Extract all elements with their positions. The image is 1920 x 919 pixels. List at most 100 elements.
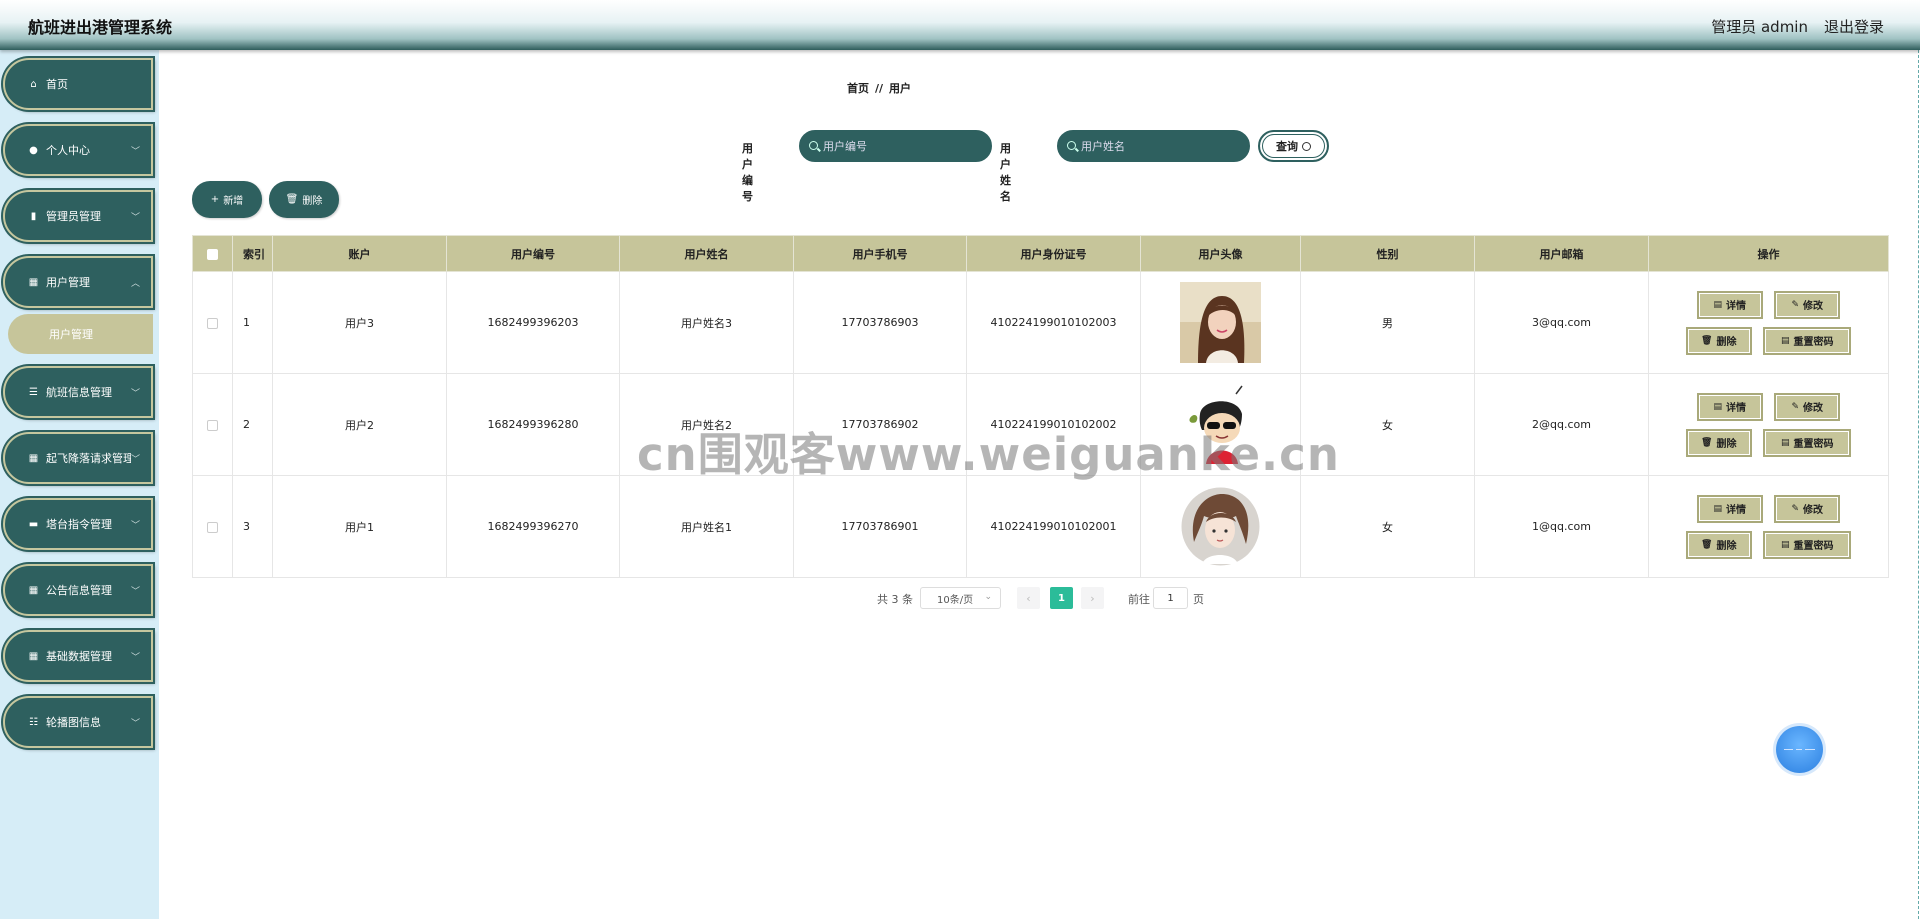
delete-button-label: 删除 <box>1716 439 1737 450</box>
breadcrumb-home[interactable]: 首页 <box>847 82 869 95</box>
sidebar-item-flight-info[interactable]: ☰ 航班信息管理 ﹀ <box>3 366 153 418</box>
cell-account: 用户1 <box>272 475 447 578</box>
cell-account: 用户2 <box>272 373 447 476</box>
batch-delete-button-label: 删除 <box>302 196 323 207</box>
cell-idcard: 410224199010102003 <box>966 271 1141 374</box>
chevron-down-icon: ﹀ <box>131 146 141 157</box>
next-page-button[interactable]: › <box>1081 587 1104 609</box>
page-number-current[interactable]: 1 <box>1050 587 1073 609</box>
column-header-number: 用户编号 <box>446 235 620 272</box>
page-size-select[interactable]: 10条/页 ⌄ <box>920 587 1001 609</box>
edit-button[interactable]: ✎ 修改 <box>1774 494 1841 523</box>
right-edge-divider <box>1918 50 1919 919</box>
search-icon <box>809 141 818 150</box>
chevron-up-icon: ︿ <box>131 278 141 289</box>
select-all-cell <box>192 235 233 272</box>
sidebar-item-takeoff-landing[interactable]: ▦ 起飞降落请求管理 ﹀ <box>3 432 153 484</box>
reset-password-button-label: 重置密码 <box>1793 439 1834 450</box>
chevron-down-icon: ﹀ <box>131 520 141 531</box>
goto-label: 前往 <box>1128 593 1150 606</box>
cell-idcard: 410224199010102002 <box>966 373 1141 476</box>
chevron-down-icon: ﹀ <box>131 718 141 729</box>
sidebar-item-label: 公告信息管理 <box>46 584 112 597</box>
table-row: 1 用户3 1682499396203 用户姓名3 17703786903 41… <box>192 271 1889 374</box>
edit-icon: ✎ <box>1791 299 1800 310</box>
row-select-cell <box>192 373 233 476</box>
sidebar-item-admin-management[interactable]: ▮ 管理员管理 ﹀ <box>3 190 153 242</box>
detail-button-label: 详情 <box>1726 505 1746 516</box>
user-name-placeholder: 用户姓名 <box>1081 140 1125 153</box>
cell-email: 3@qq.com <box>1474 271 1649 374</box>
user-number-input[interactable]: 用户编号 <box>799 130 992 162</box>
floating-assistant-button[interactable] <box>1776 726 1823 773</box>
breadcrumb-separator: // <box>875 82 884 95</box>
dash-decoration <box>1796 749 1802 750</box>
sidebar-item-tower-command[interactable]: ▬ 塔台指令管理 ﹀ <box>3 498 153 550</box>
cartoon-boy-avatar[interactable] <box>1180 384 1261 465</box>
photo-girl-avatar[interactable] <box>1180 282 1261 363</box>
reset-password-button[interactable]: ▤ 重置密码 <box>1763 428 1852 457</box>
sidebar-item-user-management[interactable]: ▦ 用户管理 ︿ <box>3 256 153 308</box>
detail-button-label: 详情 <box>1726 403 1746 414</box>
row-select-cell <box>192 475 233 578</box>
edit-button[interactable]: ✎ 修改 <box>1774 392 1841 421</box>
goto-page-input[interactable] <box>1153 587 1188 609</box>
list-icon: ☰ <box>29 386 38 398</box>
sidebar-item-basic-data[interactable]: ▦ 基础数据管理 ﹀ <box>3 630 153 682</box>
user-name-label: 用户姓名 <box>1000 142 1011 203</box>
row-checkbox[interactable] <box>207 317 218 329</box>
column-header-index: 索引 <box>232 235 273 272</box>
batch-delete-button[interactable]: 🗑 删除 <box>269 181 339 218</box>
plus-icon: + <box>210 194 220 205</box>
sidebar-item-label: 起飞降落请求管理 <box>46 452 131 465</box>
detail-button[interactable]: ▤ 详情 <box>1696 494 1763 523</box>
sidebar-item-announcement[interactable]: ▦ 公告信息管理 ﹀ <box>3 564 153 616</box>
sidebar-item-home[interactable]: ⌂ 首页 <box>3 58 153 110</box>
cell-number: 1682499396280 <box>446 373 620 476</box>
cell-email: 2@qq.com <box>1474 373 1649 476</box>
detail-button-label: 详情 <box>1726 301 1746 312</box>
delete-button[interactable]: 🗑 删除 <box>1685 326 1752 355</box>
sidebar-item-personal-center[interactable]: ● 个人中心 ﹀ <box>3 124 153 176</box>
delete-button[interactable]: 🗑 删除 <box>1685 428 1752 457</box>
column-header-gender: 性别 <box>1300 235 1475 272</box>
sidebar-subitem-user-management[interactable]: 用户管理 <box>8 314 153 354</box>
trash-icon: 🗑 <box>1701 335 1713 346</box>
edit-button-label: 修改 <box>1803 403 1824 414</box>
user-name-input[interactable]: 用户姓名 <box>1057 130 1250 162</box>
chevron-right-icon: › <box>1090 591 1095 605</box>
document-icon: ▤ <box>1780 437 1790 448</box>
reset-password-button[interactable]: ▤ 重置密码 <box>1763 530 1852 559</box>
sidebar: ⌂ 首页 ● 个人中心 ﹀ ▮ 管理员管理 ﹀ ▦ 用户管理 ︿ 用户管理 ☰ … <box>0 50 159 919</box>
illustrated-girl-avatar[interactable] <box>1180 486 1261 567</box>
query-button[interactable]: 查询 <box>1258 130 1329 162</box>
cell-phone: 17703786903 <box>793 271 967 374</box>
document-icon: ▤ <box>1780 539 1790 550</box>
detail-button[interactable]: ▤ 详情 <box>1696 392 1763 421</box>
document-icon: ▤ <box>1780 335 1790 346</box>
current-user: 管理员 admin <box>1711 18 1808 36</box>
cell-number: 1682499396203 <box>446 271 620 374</box>
delete-button[interactable]: 🗑 删除 <box>1685 530 1752 559</box>
cell-avatar <box>1140 475 1301 578</box>
sidebar-item-label: 管理员管理 <box>46 210 101 223</box>
row-checkbox[interactable] <box>207 419 218 431</box>
logout-link[interactable]: 退出登录 <box>1824 16 1884 37</box>
detail-button[interactable]: ▤ 详情 <box>1696 290 1763 319</box>
document-icon: ▤ <box>1713 503 1722 514</box>
breadcrumb-current: 用户 <box>889 82 912 95</box>
prev-page-button[interactable]: ‹ <box>1017 587 1040 609</box>
sidebar-item-carousel[interactable]: ☷ 轮播图信息 ﹀ <box>3 696 153 748</box>
add-button[interactable]: + 新增 <box>192 181 262 218</box>
edit-button[interactable]: ✎ 修改 <box>1774 290 1841 319</box>
reset-password-button[interactable]: ▤ 重置密码 <box>1763 326 1852 355</box>
edit-icon: ✎ <box>1791 401 1800 412</box>
row-checkbox[interactable] <box>207 521 218 533</box>
column-header-email: 用户邮箱 <box>1474 235 1649 272</box>
row-select-cell <box>192 271 233 374</box>
grid-icon: ▦ <box>28 276 39 288</box>
delete-button-label: 删除 <box>1716 541 1737 552</box>
cell-account: 用户3 <box>272 271 447 374</box>
select-all-checkbox[interactable] <box>207 248 218 260</box>
cell-avatar <box>1140 271 1301 374</box>
